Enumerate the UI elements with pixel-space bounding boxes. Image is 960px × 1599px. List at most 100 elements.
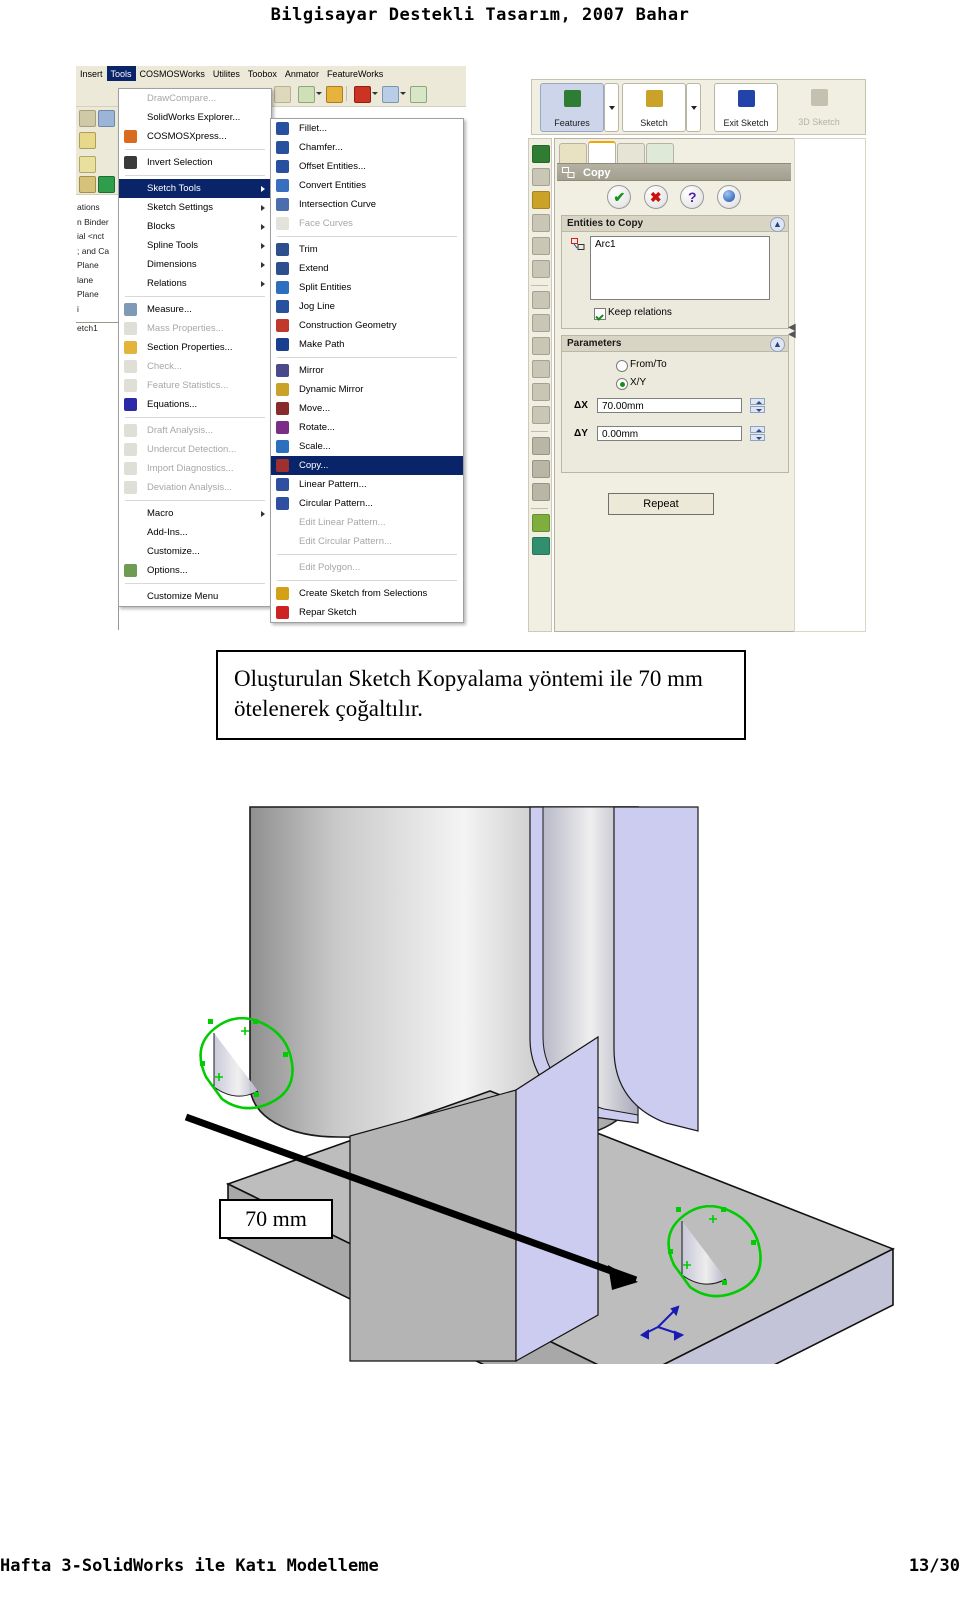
xy-radio[interactable] [616,378,628,390]
cosmosxpress-toolbar-icon[interactable] [326,86,343,103]
menu-item-sketch-settings[interactable]: Sketch Settings [119,198,271,217]
equations-toolbar-icon[interactable] [298,86,315,103]
menu-item-move[interactable]: Move... [271,399,463,418]
sketch-vertical-toolbar[interactable] [528,138,552,632]
menu-item-split-entities[interactable]: Split Entities [271,278,463,297]
toolbar-icon-part[interactable] [79,110,96,127]
extruded-cut-icon[interactable] [532,237,550,255]
mirror-icon[interactable] [532,460,550,478]
menu-item-chamfer[interactable]: Chamfer... [271,138,463,157]
cancel-button[interactable]: ✖ [643,185,668,209]
chevron-down-icon[interactable] [316,92,322,95]
menu-item-relations[interactable]: Relations [119,274,271,293]
toolbar-icon-lock[interactable] [79,176,96,193]
feature-manager-tab[interactable] [559,143,587,164]
fillet-icon[interactable] [532,337,550,355]
delta-y-input[interactable]: 0.00mm [597,426,742,441]
toolbar-icon-print[interactable] [98,110,115,127]
menu-item-insert[interactable]: Insert [76,66,107,81]
stepper-down-icon[interactable] [750,406,765,413]
command-button-sketch[interactable]: Sketch [622,83,686,132]
display-manager-tab[interactable] [646,143,674,164]
feature-tree-item[interactable]: n Binder [76,217,118,229]
menu-item-measure[interactable]: Measure... [119,300,271,319]
swept-boss-icon[interactable] [532,191,550,209]
toolbar-icon-sketch-label[interactable] [79,156,96,173]
feature-tree-item[interactable]: Plane [76,289,118,301]
feature-tree-item[interactable]: ations [76,202,118,214]
configuration-manager-tab[interactable] [617,143,645,164]
pin-button[interactable] [716,185,741,209]
toolbar-icon-edit-sketch[interactable] [79,132,96,149]
property-manager-actions[interactable]: ✔ ✖ ? [557,183,791,211]
options-toolbar-icon[interactable] [410,86,427,103]
menu-item-macro[interactable]: Macro [119,504,271,523]
repeat-button[interactable]: Repeat [608,493,714,515]
menu-item-trim[interactable]: Trim [271,240,463,259]
reference-geometry-icon[interactable] [532,514,550,532]
menu-item-anmator[interactable]: Anmator [281,66,323,81]
draft-icon[interactable] [532,483,550,501]
tools-dropdown-menu[interactable]: DrawCompare... SolidWorks Explorer... COSM… [118,88,272,607]
menu-item-circular-pattern[interactable]: Circular Pattern... [271,494,463,513]
menu-item-construction-geometry[interactable]: Construction Geometry [271,316,463,335]
menu-item-dynamic-mirror[interactable]: Dynamic Mirror [271,380,463,399]
menu-item-dimensions[interactable]: Dimensions [119,255,271,274]
menu-item-copy[interactable]: Copy... [271,456,463,475]
menu-item-make-path[interactable]: Make Path [271,335,463,354]
feature-tree-item[interactable]: lane [76,275,118,287]
lofted-cut-icon[interactable] [532,314,550,332]
command-button-features[interactable]: Features [540,83,604,132]
collapse-chevron-icon[interactable]: ▲ [770,217,785,232]
menu-item-utilites[interactable]: Utilites [209,66,244,81]
entities-selection-box[interactable]: Arc1 [590,236,770,300]
menu-item-options[interactable]: Options... [119,561,271,580]
property-manager-tab[interactable] [588,141,616,165]
delta-x-stepper[interactable] [750,398,765,413]
delta-y-stepper[interactable] [750,426,765,441]
stepper-down-icon[interactable] [750,434,765,441]
keep-relations-checkbox[interactable] [594,308,606,320]
toolbar-icon-rebuild[interactable] [98,176,115,193]
3d-instant-website-icon[interactable] [354,86,371,103]
feature-tree-item[interactable]: etch1 [76,322,118,335]
shell-icon[interactable] [532,406,550,424]
window-icon[interactable] [382,86,399,103]
menu-item-customize-menu[interactable]: Customize Menu [119,587,271,606]
menu-item-tools[interactable]: Tools [106,66,136,81]
feature-tree-item[interactable]: ial <nct [76,231,118,243]
stepper-up-icon[interactable] [750,398,765,405]
menu-item-cosmosworks[interactable]: COSMOSWorks [136,66,209,81]
menu-item-rotate[interactable]: Rotate... [271,418,463,437]
revolved-cut-icon[interactable] [532,260,550,278]
panel-resize-handle[interactable]: ◀ ◀ [788,323,796,340]
stepper-up-icon[interactable] [750,426,765,433]
swept-cut-icon[interactable] [532,291,550,309]
menu-item-customize[interactable]: Customize... [119,542,271,561]
menu-item-blocks[interactable]: Blocks [119,217,271,236]
command-button-exit-sketch[interactable]: Exit Sketch [714,83,778,132]
menu-item-intersection-curve[interactable]: Intersection Curve [271,195,463,214]
menu-item-cosmosxpress[interactable]: COSMOSXpress... [119,127,271,146]
menu-item-create-sketch-from-selections[interactable]: Create Sketch from Selections [271,584,463,603]
chevron-down-icon[interactable] [372,92,378,95]
command-dropdown-features[interactable] [604,83,619,132]
menu-item-sketch-tools[interactable]: Sketch Tools [119,179,271,198]
menu-item-spline-tools[interactable]: Spline Tools [119,236,271,255]
extruded-boss-icon[interactable] [532,145,550,163]
ok-button[interactable]: ✔ [607,185,632,209]
feature-tree-item[interactable]: i [76,304,118,316]
feature-tree-item[interactable]: Plane [76,260,118,272]
menu-item-add-ins[interactable]: Add-Ins... [119,523,271,542]
chevron-down-icon[interactable] [400,92,406,95]
linear-pattern-icon[interactable] [532,437,550,455]
revolved-boss-icon[interactable] [532,168,550,186]
menu-item-mirror[interactable]: Mirror [271,361,463,380]
sketch-tools-submenu[interactable]: Fillet... Chamfer... Offset Entities... Con… [270,118,464,623]
menu-item-featureworks[interactable]: FeatureWorks [323,66,387,81]
menu-item-jog-line[interactable]: Jog Line [271,297,463,316]
menu-item-fillet[interactable]: Fillet... [271,119,463,138]
lofted-boss-icon[interactable] [532,214,550,232]
menu-item-linear-pattern[interactable]: Linear Pattern... [271,475,463,494]
menu-item-equations[interactable]: Equations... [119,395,271,414]
